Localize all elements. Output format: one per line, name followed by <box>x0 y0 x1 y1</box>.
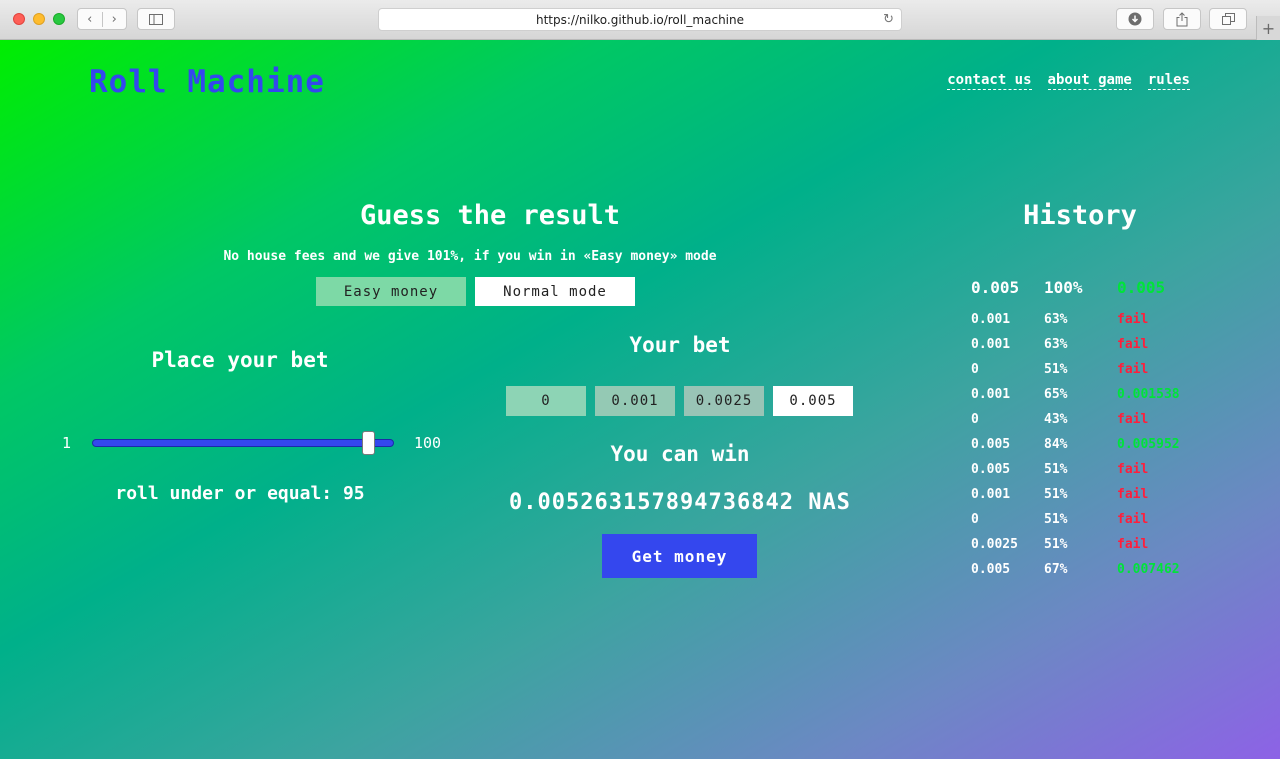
history-bet: 0.005 <box>971 462 1011 477</box>
you-can-win-title: You can win <box>610 442 750 466</box>
share-button[interactable] <box>1163 8 1201 30</box>
close-window-button[interactable] <box>13 13 25 25</box>
history-chance: 43% <box>1044 412 1068 427</box>
history-result: fail <box>1117 537 1149 552</box>
history-row: 0.005 100% 0.005 <box>971 278 1231 298</box>
win-amount: 0.005263157894736842 NAS <box>509 490 851 515</box>
nav-rules[interactable]: rules <box>1147 72 1190 90</box>
history-chance: 67% <box>1044 562 1068 577</box>
history-bet: 0 <box>971 412 979 427</box>
history-chance: 63% <box>1044 337 1068 352</box>
history-bet: 0 <box>971 362 979 377</box>
history-bet: 0.001 <box>971 387 1011 402</box>
history-row: 0 51% fail <box>971 512 1231 532</box>
get-money-button[interactable]: Get money <box>602 534 757 578</box>
history-row: 0.001 63% fail <box>971 312 1231 332</box>
history-chance: 63% <box>1044 312 1068 327</box>
history-row: 0.001 63% fail <box>971 337 1231 357</box>
history-row: 0.001 51% fail <box>971 487 1231 507</box>
tabs-icon <box>1221 13 1235 25</box>
download-icon <box>1128 12 1142 26</box>
sidebar-icon <box>149 13 163 25</box>
normal-mode-button[interactable]: Normal mode <box>475 277 635 306</box>
roll-slider-thumb[interactable] <box>362 431 375 455</box>
history-row: 0 51% fail <box>971 362 1231 382</box>
history-result: fail <box>1117 487 1149 502</box>
history-result: fail <box>1117 412 1149 427</box>
page-content: Roll Machine contact us about game rules… <box>0 40 1280 759</box>
history-chance: 51% <box>1044 537 1068 552</box>
history-nav: ‹ › <box>77 8 127 30</box>
history-row: 0.0025 51% fail <box>971 537 1231 557</box>
history-bet: 0.001 <box>971 487 1011 502</box>
game-title: Guess the result <box>359 200 621 231</box>
roll-under-label: roll under or equal: 95 <box>115 483 365 504</box>
history-result: fail <box>1117 337 1149 352</box>
history-result: fail <box>1117 362 1149 377</box>
history-bet: 0.0025 <box>971 537 1018 552</box>
history-chance: 65% <box>1044 387 1068 402</box>
bet-option-00025[interactable]: 0.0025 <box>684 386 764 416</box>
history-chance: 51% <box>1044 487 1068 502</box>
reload-icon[interactable]: ↻ <box>883 12 894 27</box>
site-logo[interactable]: Roll Machine <box>89 64 325 100</box>
forward-arrow-icon[interactable]: › <box>101 11 127 27</box>
bet-option-0001[interactable]: 0.001 <box>595 386 675 416</box>
share-icon <box>1176 11 1188 26</box>
place-bet-title: Place your bet <box>151 348 329 372</box>
history-bet: 0.005 <box>971 562 1011 577</box>
zoom-window-button[interactable] <box>53 13 65 25</box>
history-result: 0.005 <box>1117 278 1166 297</box>
bet-option-0[interactable]: 0 <box>506 386 586 416</box>
history-row: 0.005 84% 0.005952 <box>971 437 1231 457</box>
history-result: 0.001538 <box>1117 387 1180 402</box>
url-text: https://nilko.github.io/roll_machine <box>535 12 745 27</box>
history-bet: 0.005 <box>971 278 1020 297</box>
history-result: 0.007462 <box>1117 562 1180 577</box>
easy-money-mode-button[interactable]: Easy money <box>316 277 466 306</box>
history-result: fail <box>1117 512 1149 527</box>
history-bet: 0.001 <box>971 312 1011 327</box>
slider-max-label: 100 <box>414 434 442 452</box>
sidebar-toggle-button[interactable] <box>137 8 175 30</box>
nav-about-game[interactable]: about game <box>1047 72 1132 90</box>
nav-contact-us[interactable]: contact us <box>947 72 1032 90</box>
history-row: 0.005 67% 0.007462 <box>971 562 1231 582</box>
history-chance: 51% <box>1044 512 1068 527</box>
history-bet: 0 <box>971 512 979 527</box>
history-row: 0.001 65% 0.001538 <box>971 387 1231 407</box>
downloads-button[interactable] <box>1116 8 1154 30</box>
minimize-window-button[interactable] <box>33 13 45 25</box>
history-chance: 51% <box>1044 462 1068 477</box>
history-bet: 0.005 <box>971 437 1011 452</box>
bet-option-0005[interactable]: 0.005 <box>773 386 853 416</box>
history-result: fail <box>1117 462 1149 477</box>
address-bar[interactable]: https://nilko.github.io/roll_machine ↻ <box>378 8 902 31</box>
history-chance: 84% <box>1044 437 1068 452</box>
history-chance: 100% <box>1044 278 1083 297</box>
tabs-overview-button[interactable] <box>1209 8 1247 30</box>
history-result: 0.005952 <box>1117 437 1180 452</box>
roll-slider-track[interactable] <box>92 439 394 447</box>
slider-min-label: 1 <box>62 434 72 452</box>
back-arrow-icon[interactable]: ‹ <box>78 12 102 27</box>
history-chance: 51% <box>1044 362 1068 377</box>
history-bet: 0.001 <box>971 337 1011 352</box>
browser-toolbar: ‹ › https://nilko.github.io/roll_machine … <box>0 0 1280 40</box>
your-bet-title: Your bet <box>629 333 731 357</box>
history-result: fail <box>1117 312 1149 327</box>
top-nav: contact us about game rules <box>947 72 1190 90</box>
game-subtitle: No house fees and we give 101%, if you w… <box>223 249 717 264</box>
history-title: History <box>1023 200 1137 231</box>
new-tab-button[interactable]: + <box>1256 16 1280 40</box>
history-row: 0 43% fail <box>971 412 1231 432</box>
history-row: 0.005 51% fail <box>971 462 1231 482</box>
